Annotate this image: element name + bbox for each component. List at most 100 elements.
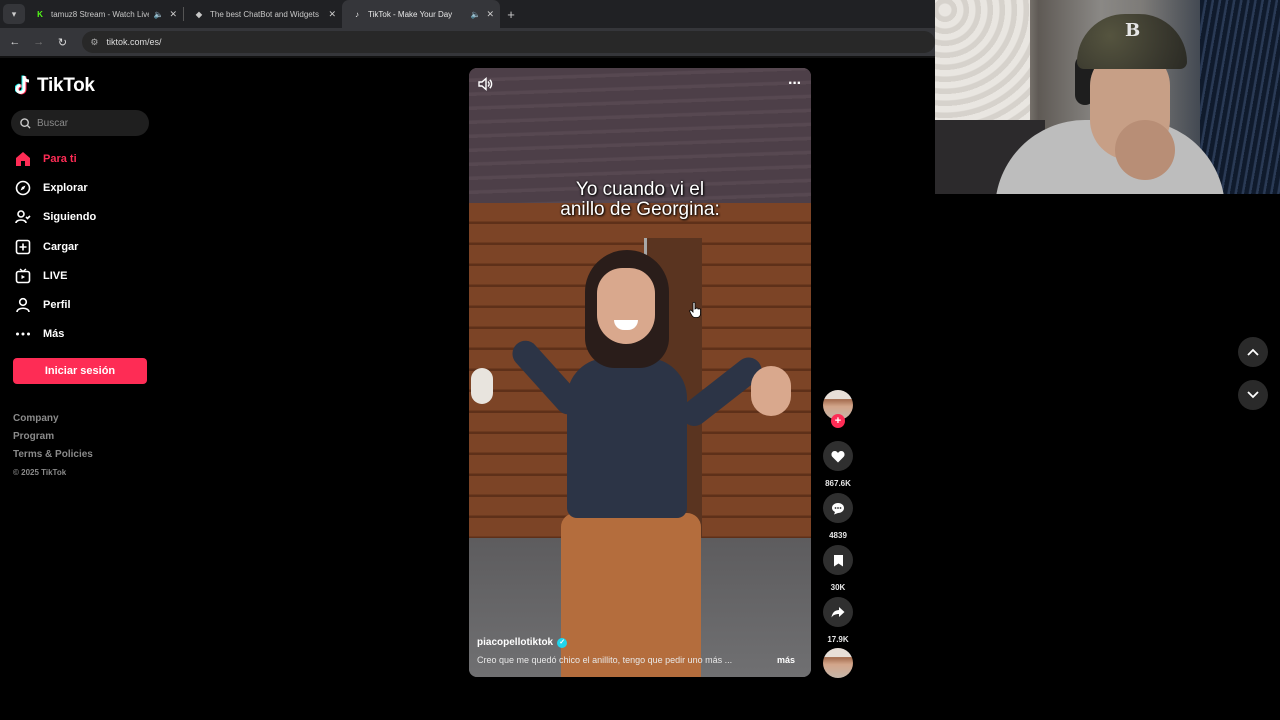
- sidebar-item-siguiendo[interactable]: Siguiendo: [14, 203, 154, 232]
- video-person-hand: [751, 366, 791, 416]
- video-player[interactable]: Yo cuando vi el anillo de Georgina: ··· …: [469, 68, 811, 677]
- reload-button[interactable]: ↻: [51, 36, 75, 49]
- video-author[interactable]: piacopellotiktok ✓: [477, 637, 568, 648]
- sidebar-item-label: Perfil: [43, 299, 71, 312]
- close-tab-icon[interactable]: ✕: [328, 9, 336, 20]
- following-icon: [14, 208, 32, 226]
- video-caption: Yo cuando vi el anillo de Georgina:: [469, 180, 811, 220]
- tab-title: tamuz8 Stream - Watch Live: [51, 9, 150, 19]
- live-icon: [14, 267, 32, 285]
- speaker-icon[interactable]: 🔈: [470, 10, 480, 19]
- sidebar-item-para-ti[interactable]: Para ti: [14, 144, 154, 173]
- comment-action[interactable]: 4839: [822, 493, 854, 540]
- follow-button[interactable]: +: [831, 414, 845, 428]
- heart-icon[interactable]: [823, 441, 853, 471]
- video-person-pants: [561, 513, 701, 677]
- screen: ▾ K tamuz8 Stream - Watch Live 🔈 ✕ ◆ The…: [0, 0, 1280, 720]
- chevron-up-icon: [1247, 348, 1259, 356]
- video-person-hand: [471, 368, 493, 404]
- back-button[interactable]: ←: [3, 36, 27, 48]
- author-username[interactable]: piacopellotiktok: [477, 637, 553, 648]
- login-button[interactable]: Iniciar sesión: [13, 358, 147, 384]
- tab-search-button[interactable]: ▾: [3, 4, 25, 24]
- browser-tab-tiktok[interactable]: ♪ TikTok - Make Your Day 🔈 ✕: [342, 0, 500, 28]
- profile-icon: [14, 296, 32, 314]
- sidebar-nav: Para ti Explorar Siguiendo Cargar LIVE P…: [14, 144, 154, 349]
- webcam-overlay: B: [935, 0, 1280, 194]
- caption-line: Yo cuando vi el: [575, 179, 705, 200]
- search-input[interactable]: [37, 117, 137, 129]
- browser-tab-strip: ▾ K tamuz8 Stream - Watch Live 🔈 ✕ ◆ The…: [0, 0, 935, 28]
- expand-description-link[interactable]: más: [777, 655, 795, 665]
- like-action[interactable]: 867.6K: [822, 441, 854, 488]
- logo-text: TikTok: [37, 75, 95, 96]
- video-person-top: [567, 358, 687, 518]
- tab-title: TikTok - Make Your Day: [368, 9, 453, 19]
- copyright: © 2025 TikTok: [13, 468, 67, 477]
- bookmark-icon[interactable]: [823, 545, 853, 575]
- home-icon: [14, 150, 32, 168]
- sidebar-item-label: Siguiendo: [43, 211, 97, 224]
- webcam-person-hand: [1115, 120, 1175, 180]
- like-count: 867.6K: [825, 479, 851, 488]
- sidebar-item-mas[interactable]: Más: [14, 320, 154, 349]
- chevron-down-icon: [1247, 391, 1259, 399]
- footer-link-terms[interactable]: Terms & Policies: [13, 448, 93, 466]
- compass-icon: [14, 179, 32, 197]
- footer-link-program[interactable]: Program: [13, 430, 93, 448]
- description-text: Creo que me quedó chico el anillito, ten…: [477, 655, 733, 665]
- save-action[interactable]: 30K: [822, 545, 854, 592]
- kick-icon: K: [37, 9, 43, 19]
- next-video-button[interactable]: [1238, 380, 1268, 410]
- search-icon: [20, 117, 31, 129]
- save-count: 30K: [830, 583, 846, 592]
- comment-icon[interactable]: [823, 493, 853, 523]
- video-person-face: [597, 268, 655, 344]
- sidebar-item-live[interactable]: LIVE: [14, 261, 154, 290]
- more-options-icon[interactable]: ···: [788, 75, 802, 93]
- tab-title: The best ChatBot and Widgets: [210, 9, 319, 19]
- sidebar-item-perfil[interactable]: Perfil: [14, 290, 154, 319]
- video-description: Creo que me quedó chico el anillito, ten…: [477, 655, 797, 665]
- comment-count: 4839: [829, 531, 847, 540]
- address-bar[interactable]: ⚙ tiktok.com/es/: [82, 31, 936, 53]
- close-tab-icon[interactable]: ✕: [486, 9, 494, 20]
- verified-badge-icon: ✓: [557, 637, 568, 648]
- sidebar-item-label: Más: [43, 328, 65, 341]
- previous-video-button[interactable]: [1238, 337, 1268, 367]
- diamond-icon: ◆: [195, 9, 203, 19]
- cap-logo: B: [1125, 20, 1141, 41]
- url-text: tiktok.com/es/: [106, 37, 162, 47]
- sidebar-item-cargar[interactable]: Cargar: [14, 232, 154, 261]
- upload-icon: [14, 238, 32, 256]
- caption-line: anillo de Georgina:: [560, 199, 720, 220]
- share-count: 17.9K: [827, 635, 849, 644]
- sidebar-item-label: LIVE: [43, 269, 68, 282]
- search-box[interactable]: [11, 110, 149, 136]
- more-icon: [14, 325, 32, 343]
- tiktok-icon: ♪: [355, 9, 359, 19]
- speaker-icon[interactable]: 🔈: [153, 10, 163, 19]
- browser-tab-chatbot[interactable]: ◆ The best ChatBot and Widgets ✕: [184, 0, 342, 28]
- browser-toolbar: ← → ↻ ⚙ tiktok.com/es/: [0, 28, 936, 56]
- tiktok-note-icon: [15, 75, 30, 95]
- footer-link-company[interactable]: Company: [13, 412, 93, 430]
- new-tab-button[interactable]: +: [500, 7, 522, 22]
- sidebar-footer: Company Program Terms & Policies © 2025 …: [13, 412, 93, 480]
- forward-button[interactable]: →: [27, 36, 51, 48]
- sidebar-item-explorar[interactable]: Explorar: [14, 173, 154, 202]
- site-info-icon[interactable]: ⚙: [90, 37, 98, 48]
- tiktok-logo[interactable]: TikTok: [15, 74, 95, 98]
- webcam-headboard: [935, 0, 1030, 130]
- share-action[interactable]: 17.9K: [822, 597, 854, 644]
- browser-tab-kick[interactable]: K tamuz8 Stream - Watch Live 🔈 ✕: [25, 0, 183, 28]
- sound-avatar[interactable]: [823, 648, 853, 678]
- sidebar-item-label: Cargar: [43, 240, 79, 253]
- volume-icon[interactable]: [477, 76, 493, 92]
- close-tab-icon[interactable]: ✕: [169, 9, 177, 20]
- sidebar-item-label: Explorar: [43, 181, 88, 194]
- hand-cursor-icon: [689, 302, 701, 318]
- sidebar-item-label: Para ti: [43, 152, 77, 165]
- share-icon[interactable]: [823, 597, 853, 627]
- toolbar-divider: [0, 56, 935, 58]
